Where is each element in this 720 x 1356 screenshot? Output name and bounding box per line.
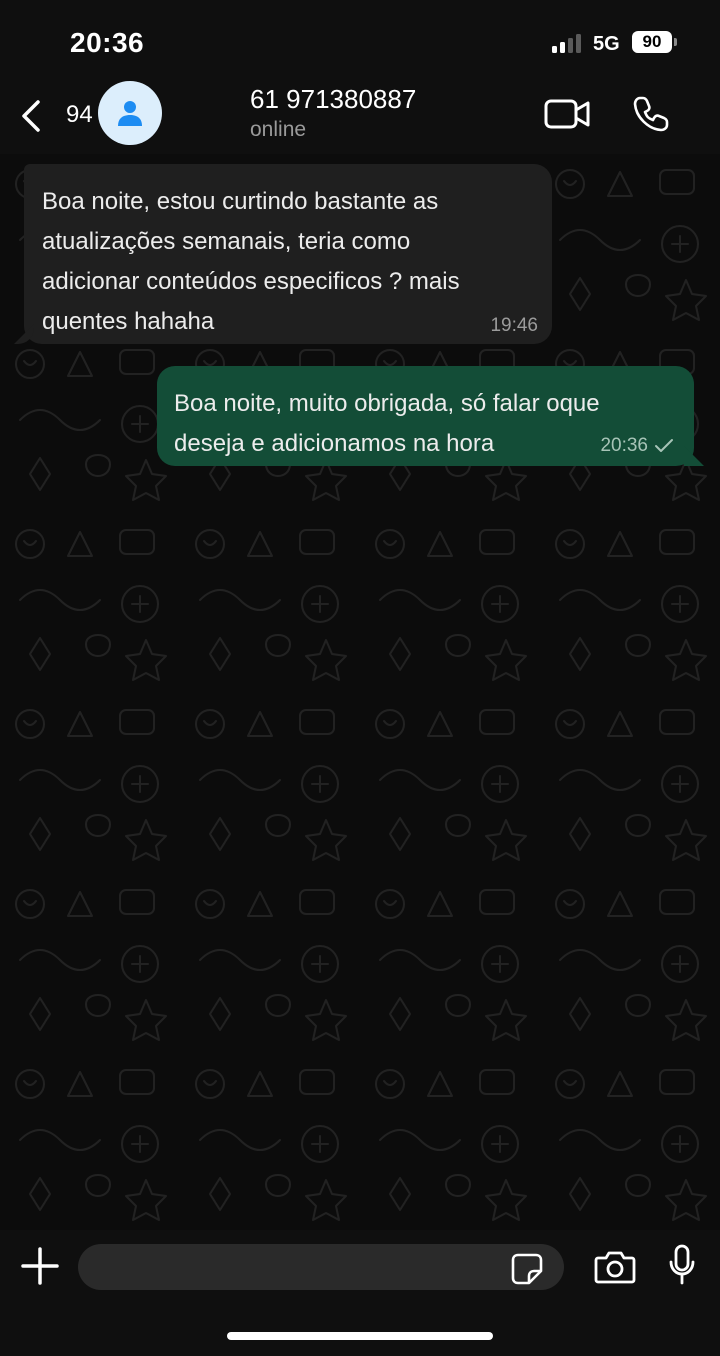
network-type: 5G [593,33,620,55]
home-indicator[interactable] [227,1332,493,1340]
back-button[interactable] [18,94,44,138]
message-input[interactable] [78,1244,564,1290]
contact-name[interactable]: 61 971380887 [250,84,416,115]
camera-icon [594,1251,636,1284]
microphone-icon [669,1244,695,1285]
signal-strength-icon [552,33,584,53]
voice-call-button[interactable] [632,95,670,133]
video-camera-icon [544,99,590,129]
unread-count[interactable]: 94 [66,101,93,129]
status-bar: 20:36 5G 90 [0,0,720,80]
message-incoming[interactable]: Boa noite, estou curtindo bastante as at… [24,164,552,344]
status-time: 20:36 [70,27,145,58]
sticker-icon [511,1253,543,1285]
sticker-button[interactable] [510,1252,544,1286]
camera-button[interactable] [594,1248,636,1286]
video-call-button[interactable] [544,97,590,131]
voice-message-button[interactable] [668,1244,696,1286]
message-time: 20:36 [600,435,648,456]
message-meta: 20:36 [600,434,674,458]
contact-status: online [250,118,307,141]
phone-icon [633,96,669,132]
plus-icon [21,1247,59,1285]
avatar[interactable] [98,81,162,145]
message-composer [0,1230,720,1356]
message-time: 19:46 [490,315,538,336]
chat-area[interactable]: Boa noite, estou curtindo bastante as at… [0,154,720,1230]
single-check-icon [655,439,673,452]
message-outgoing[interactable]: Boa noite, muito obrigada, só falar oque… [157,366,694,466]
battery-icon: 90 [632,31,677,53]
person-icon [118,101,142,126]
attach-button[interactable] [20,1246,60,1286]
chat-header: 94 61 971380887 online [0,80,720,154]
chevron-left-icon [22,100,40,132]
message-text: Boa noite, estou curtindo bastante as at… [42,188,460,335]
